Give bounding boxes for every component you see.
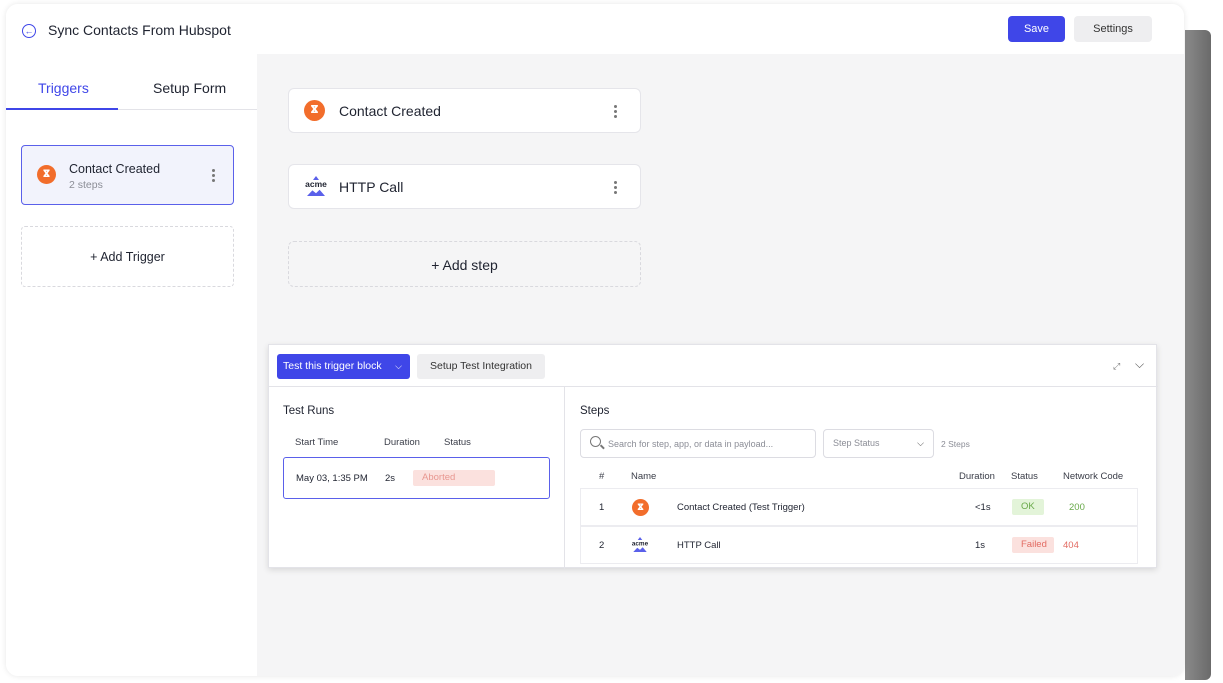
- step-label: HTTP Call: [339, 179, 404, 195]
- tab-triggers[interactable]: Triggers: [38, 80, 89, 96]
- test-runs-title: Test Runs: [283, 405, 335, 417]
- step-duration: <1s: [975, 502, 991, 513]
- trigger-name: Contact Created: [69, 162, 161, 176]
- status-badge: Failed: [1012, 537, 1054, 553]
- step-count: 2 Steps: [941, 439, 970, 449]
- column-header: Duration: [959, 471, 995, 482]
- kebab-menu-icon[interactable]: [614, 181, 617, 194]
- window-shadow: [1185, 30, 1211, 680]
- hubspot-icon: ⴵ: [304, 100, 325, 121]
- search-input[interactable]: [608, 434, 808, 454]
- column-header: Name: [631, 471, 657, 482]
- hubspot-icon: ⴵ: [37, 165, 56, 184]
- step-name: Contact Created (Test Trigger): [677, 502, 805, 513]
- arrow-left-icon[interactable]: ←: [22, 24, 36, 38]
- chevron-down-icon[interactable]: ⌵: [1135, 357, 1144, 372]
- step-label: Contact Created: [339, 103, 441, 119]
- acme-icon: acme: [304, 176, 328, 198]
- save-button[interactable]: Save: [1008, 16, 1065, 42]
- test-panel: Test this trigger block ⌵ Setup Test Int…: [268, 344, 1158, 569]
- step-name: HTTP Call: [677, 540, 721, 551]
- left-panel: Triggers Setup Form ⴵ Contact Created 2 …: [6, 54, 257, 676]
- chevron-down-icon: ⌵: [917, 438, 924, 448]
- kebab-menu-icon[interactable]: [614, 105, 617, 118]
- add-trigger-button[interactable]: + Add Trigger: [21, 226, 234, 287]
- search-icon: [590, 436, 601, 447]
- settings-button[interactable]: Settings: [1074, 16, 1152, 42]
- tab-setup-form[interactable]: Setup Form: [153, 80, 226, 96]
- test-toolbar: Test this trigger block ⌵ Setup Test Int…: [269, 345, 1158, 387]
- network-code: 200: [1069, 502, 1085, 513]
- column-header: Duration: [384, 437, 420, 448]
- column-header: #: [599, 471, 605, 482]
- app-window: ← Sync Contacts From Hubspot Save Settin…: [6, 4, 1184, 676]
- steps-title: Steps: [580, 405, 610, 417]
- status-badge: Aborted: [413, 470, 495, 486]
- tab-bar: Triggers Setup Form: [6, 54, 257, 110]
- test-run-row[interactable]: May 03, 1:35 PM 2s Aborted: [283, 457, 550, 499]
- test-runs-panel: Test Runs Start Time Duration Status May…: [269, 387, 565, 569]
- page-title: Sync Contacts From Hubspot: [48, 22, 231, 38]
- step-number: 1: [599, 502, 605, 513]
- step-row[interactable]: 2 acme HTTP Call 1s Failed 404: [580, 526, 1138, 564]
- steps-panel: Steps Step Status ⌵ 2 Steps # Name Durat…: [565, 387, 1158, 569]
- test-trigger-label: Test this trigger block: [283, 360, 382, 372]
- column-header: Status: [444, 437, 471, 448]
- step-card-contact-created[interactable]: ⴵ Contact Created: [288, 88, 641, 133]
- network-code: 404: [1063, 540, 1079, 551]
- acme-icon: acme: [631, 537, 655, 559]
- step-duration: 1s: [975, 540, 986, 551]
- setup-test-integration-button[interactable]: Setup Test Integration: [417, 354, 545, 379]
- status-badge: OK: [1012, 499, 1044, 515]
- step-row[interactable]: 1 ⴵ Contact Created (Test Trigger) <1s O…: [580, 488, 1138, 526]
- step-status-label: Step Status: [833, 438, 880, 448]
- expand-icon[interactable]: ⤢: [1113, 361, 1123, 371]
- test-trigger-button[interactable]: Test this trigger block ⌵: [277, 354, 410, 379]
- active-tab-indicator: [6, 108, 118, 110]
- trigger-step-count: 2 steps: [69, 179, 103, 191]
- column-header: Status: [1011, 471, 1038, 482]
- run-duration: 2s: [385, 473, 396, 484]
- header: ← Sync Contacts From Hubspot Save Settin…: [6, 4, 1184, 54]
- add-step-button[interactable]: + Add step: [288, 241, 641, 287]
- hubspot-icon: ⴵ: [632, 499, 649, 516]
- step-status-select[interactable]: Step Status ⌵: [823, 429, 934, 458]
- step-number: 2: [599, 540, 605, 551]
- column-header: Start Time: [295, 437, 339, 448]
- column-header: Network Code: [1063, 471, 1124, 482]
- step-card-http-call[interactable]: acme HTTP Call: [288, 164, 641, 209]
- step-search-field[interactable]: [580, 429, 816, 458]
- run-start-time: May 03, 1:35 PM: [296, 473, 368, 484]
- trigger-card[interactable]: ⴵ Contact Created 2 steps: [21, 145, 234, 205]
- kebab-menu-icon[interactable]: [212, 169, 215, 182]
- chevron-down-icon: ⌵: [395, 361, 402, 371]
